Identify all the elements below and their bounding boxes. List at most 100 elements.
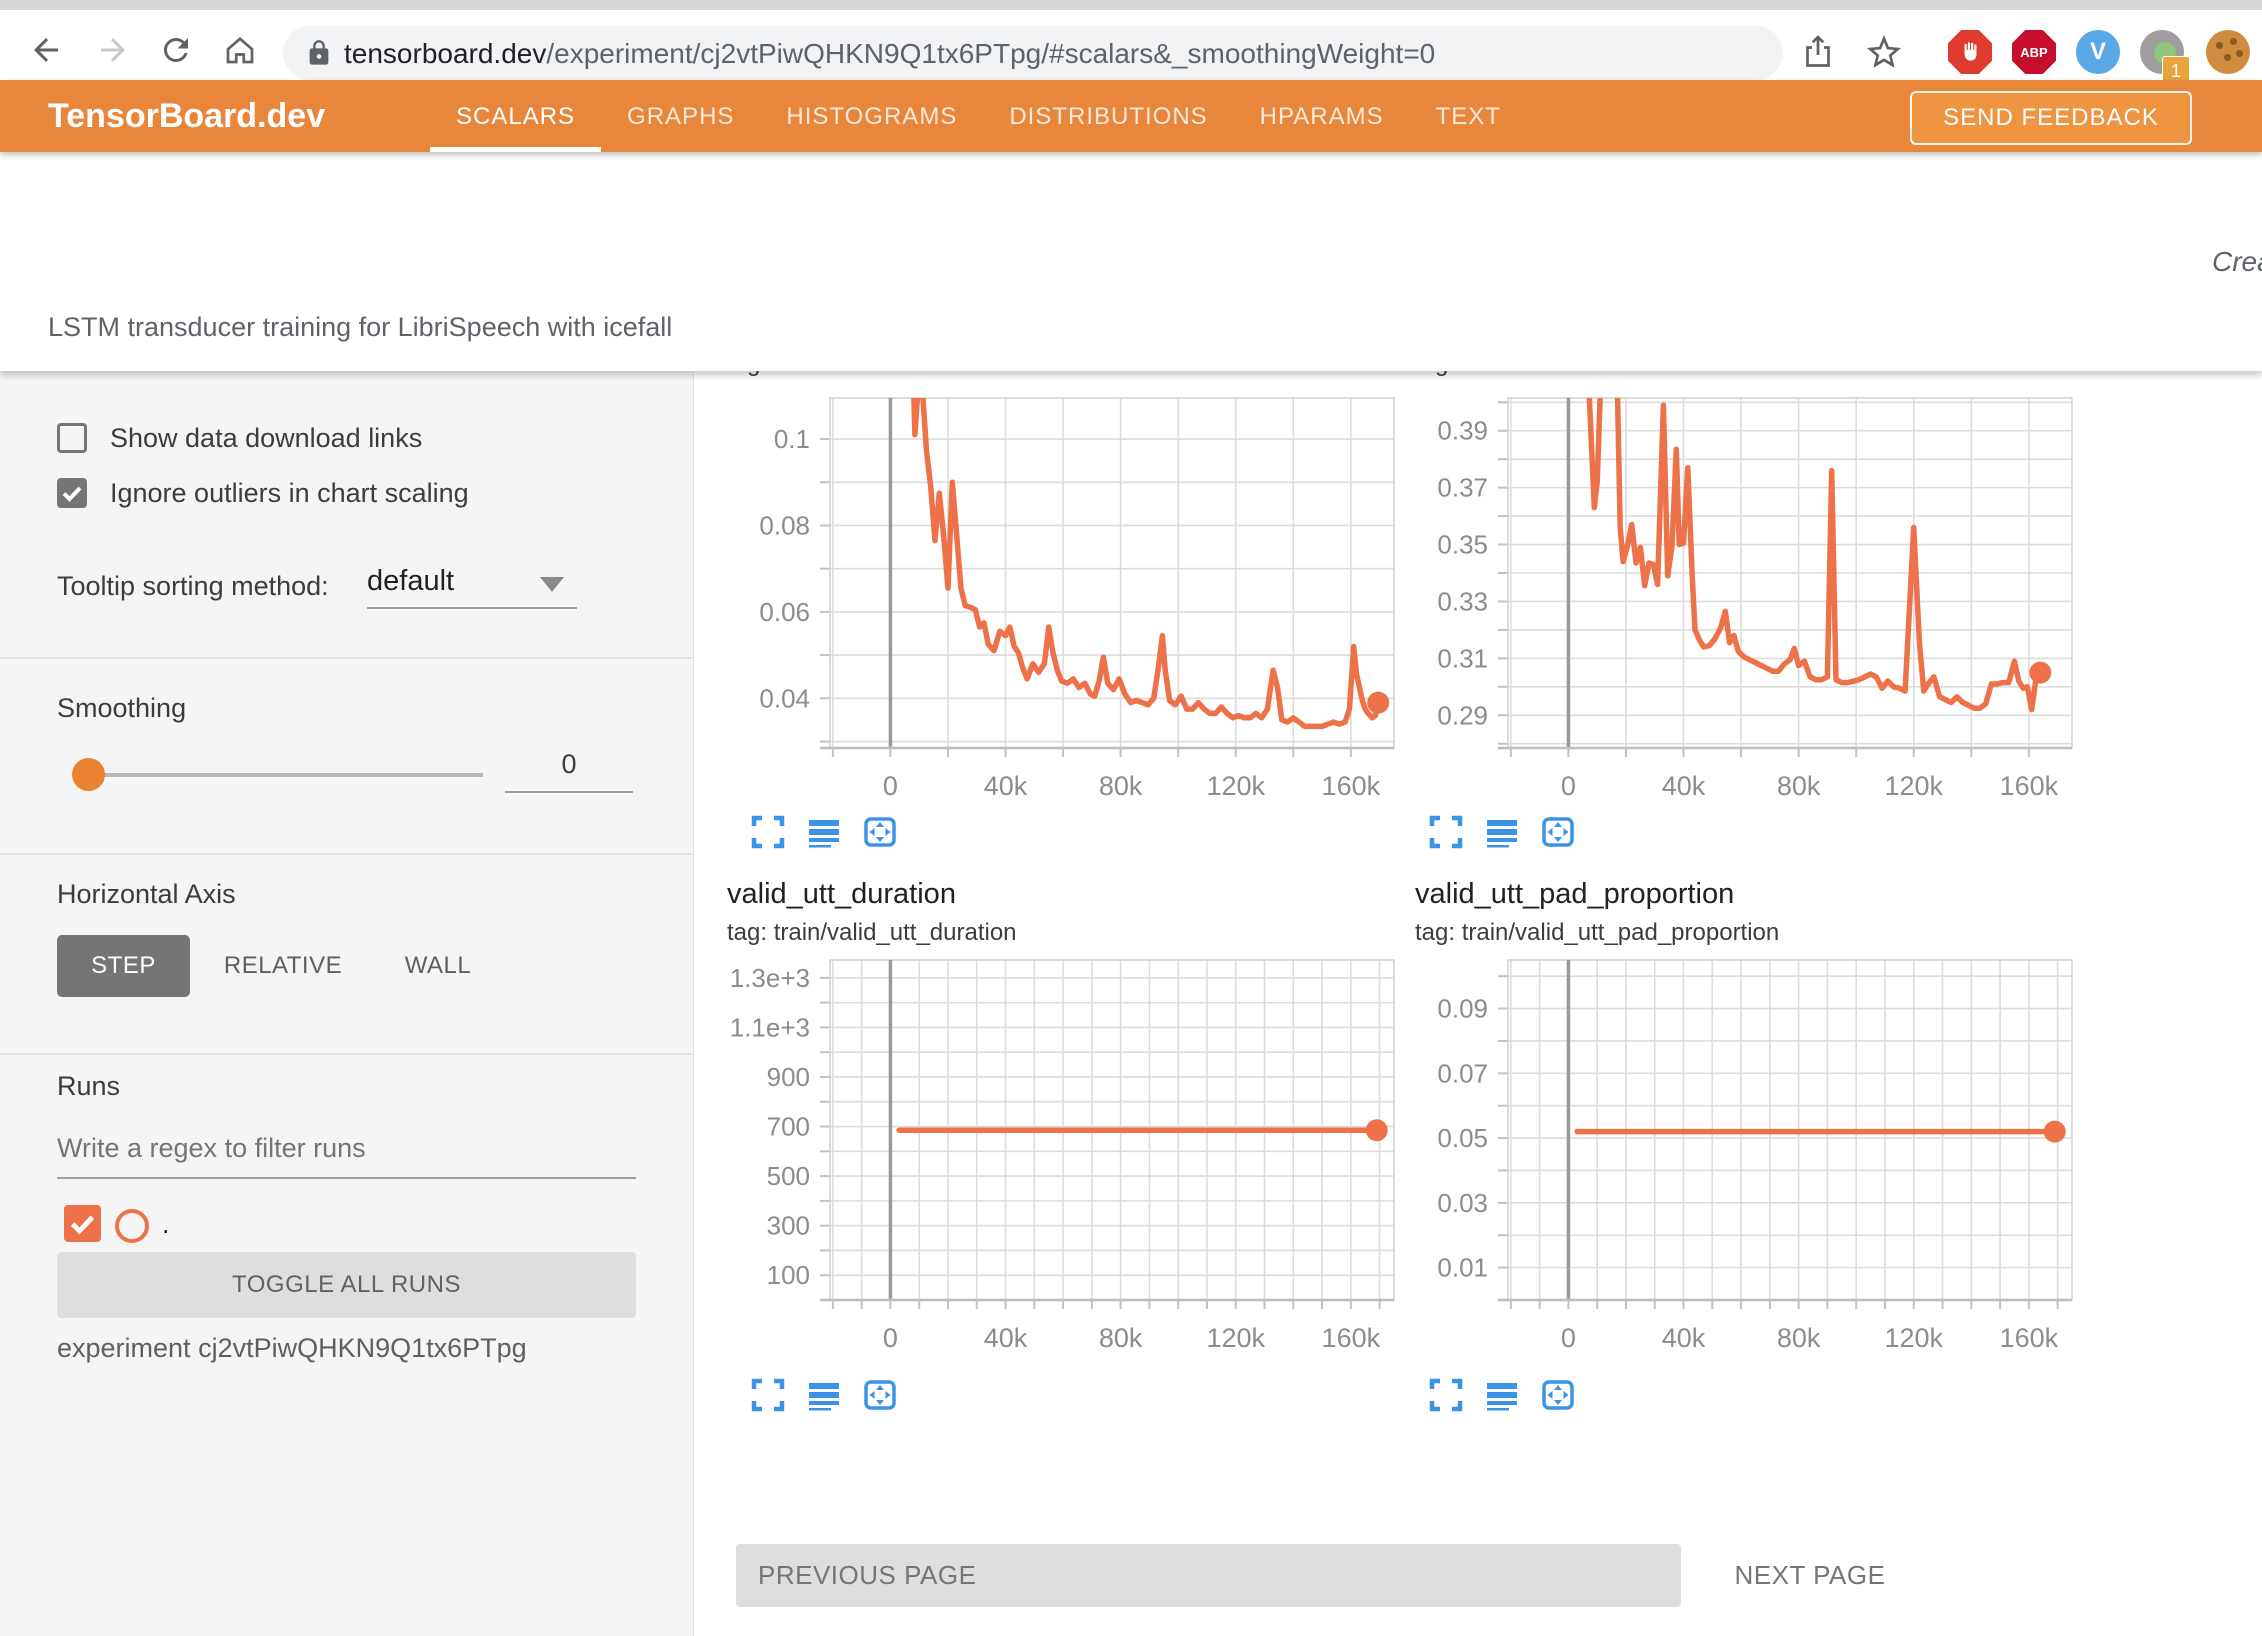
- smoothing-slider-track[interactable]: [77, 773, 483, 777]
- svg-text:300: 300: [767, 1211, 810, 1241]
- experiment-subheader: Crea LSTM transducer training for LibriS…: [0, 152, 2262, 371]
- ignore-outliers-label[interactable]: Ignore outliers in chart scaling: [110, 478, 469, 509]
- bookmark-star-icon[interactable]: [1866, 34, 1902, 70]
- chart-title: valid_utt_duration: [727, 878, 1017, 911]
- svg-text:120k: 120k: [1884, 771, 1943, 801]
- svg-text:1.1e+3: 1.1e+3: [730, 1012, 810, 1042]
- window-title-strip: [0, 0, 2262, 10]
- svg-text:0.39: 0.39: [1437, 416, 1488, 446]
- chart-title: valid_utt_pad_proportion: [1415, 878, 1779, 911]
- scalar-chart[interactable]: 1003005007009001.1e+31.3e+3040k80k120k16…: [712, 946, 1416, 1392]
- experiment-id-label: experiment cj2vtPiwQHKN9Q1tx6PTpg: [57, 1333, 527, 1364]
- share-icon[interactable]: [1800, 34, 1836, 70]
- adblock-extension-icon[interactable]: [1948, 30, 1992, 74]
- tooltip-sorting-label: Tooltip sorting method:: [57, 571, 329, 602]
- svg-text:40k: 40k: [1662, 1323, 1706, 1353]
- run-checkbox[interactable]: [64, 1205, 101, 1242]
- svg-text:120k: 120k: [1206, 771, 1265, 801]
- svg-text:0: 0: [883, 1323, 898, 1353]
- axis-wall-button[interactable]: WALL: [390, 935, 486, 997]
- tab-scalars[interactable]: SCALARS: [430, 80, 601, 152]
- svg-text:40k: 40k: [984, 1323, 1028, 1353]
- runs-label: Runs: [57, 1071, 120, 1102]
- nav-tabs: SCALARS GRAPHS HISTOGRAMS DISTRIBUTIONS …: [430, 80, 1527, 152]
- home-icon[interactable]: [222, 32, 258, 68]
- tab-graphs[interactable]: GRAPHS: [601, 80, 760, 152]
- url-host: tensorboard.dev: [344, 38, 546, 69]
- abp-extension-icon[interactable]: ABP: [2012, 30, 2056, 74]
- run-line: [1586, 384, 2041, 710]
- svg-text:1.3e+3: 1.3e+3: [730, 963, 810, 993]
- forward-icon[interactable]: [95, 32, 131, 68]
- content: Show data download links Ignore outliers…: [0, 371, 2262, 1636]
- svg-text:0: 0: [883, 771, 898, 801]
- svg-text:160k: 160k: [1322, 771, 1381, 801]
- runs-regex-input[interactable]: Write a regex to filter runs: [57, 1133, 366, 1164]
- svg-text:0.33: 0.33: [1437, 586, 1488, 616]
- smoothing-slider-knob[interactable]: [72, 758, 105, 791]
- tab-distributions[interactable]: DISTRIBUTIONS: [983, 80, 1233, 152]
- ignore-outliers-checkbox[interactable]: [57, 478, 87, 508]
- show-download-links-checkbox[interactable]: [57, 423, 87, 453]
- next-page-button[interactable]: NEXT PAGE: [1710, 1544, 1910, 1607]
- run-line: [912, 384, 1378, 726]
- chevron-down-icon[interactable]: [540, 577, 564, 592]
- axis-step-button[interactable]: STEP: [57, 935, 190, 997]
- back-icon[interactable]: [28, 32, 64, 68]
- svg-text:0.04: 0.04: [759, 683, 810, 713]
- scalar-chart[interactable]: 0.010.030.050.070.09040k80k120k160k: [1390, 946, 2094, 1392]
- final-value-dot: [2044, 1121, 2066, 1143]
- toggle-all-runs-button[interactable]: TOGGLE ALL RUNS: [57, 1252, 636, 1318]
- pan-zoom-icon[interactable]: [1538, 1376, 1578, 1414]
- svg-text:80k: 80k: [1099, 771, 1143, 801]
- tooltip-sorting-select[interactable]: default: [367, 565, 454, 598]
- reload-icon[interactable]: [158, 32, 194, 68]
- svg-text:160k: 160k: [1322, 1323, 1381, 1353]
- pan-zoom-icon[interactable]: [860, 813, 900, 851]
- v-extension-icon[interactable]: V: [2076, 30, 2120, 74]
- svg-text:40k: 40k: [1662, 771, 1706, 801]
- previous-page-button[interactable]: PREVIOUS PAGE: [736, 1544, 1681, 1607]
- svg-text:40k: 40k: [984, 771, 1028, 801]
- fullscreen-icon[interactable]: [1426, 1376, 1466, 1414]
- tab-hparams[interactable]: HPARAMS: [1234, 80, 1410, 152]
- data-table-icon[interactable]: [804, 813, 844, 851]
- app-logo[interactable]: TensorBoard.dev: [48, 80, 325, 152]
- scalar-chart[interactable]: 0.290.310.330.350.370.39040k80k120k160k: [1390, 384, 2094, 840]
- data-table-icon[interactable]: [804, 1376, 844, 1414]
- svg-text:0.31: 0.31: [1437, 643, 1488, 673]
- tab-text[interactable]: TEXT: [1410, 80, 1527, 152]
- created-text-clipped: Crea: [2212, 246, 2262, 278]
- svg-text:80k: 80k: [1777, 771, 1821, 801]
- smoothing-label: Smoothing: [57, 693, 186, 724]
- data-table-icon[interactable]: [1482, 813, 1522, 851]
- svg-text:700: 700: [767, 1112, 810, 1142]
- run-name[interactable]: .: [162, 1209, 170, 1240]
- settings-sidebar: Show data download links Ignore outliers…: [0, 371, 694, 1636]
- chart-actions: [748, 1376, 900, 1414]
- run-color-swatch: [115, 1209, 149, 1243]
- scalar-chart[interactable]: 0.040.060.080.1040k80k120k160k: [712, 384, 1416, 840]
- chart-tag: tag: train/valid_utt_duration: [727, 919, 1017, 947]
- checkbox-checked-icon: [57, 478, 87, 508]
- fullscreen-icon[interactable]: [748, 1376, 788, 1414]
- show-download-links-label[interactable]: Show data download links: [110, 423, 422, 454]
- pan-zoom-icon[interactable]: [1538, 813, 1578, 851]
- cookie-extension-icon[interactable]: [2206, 30, 2250, 74]
- svg-text:80k: 80k: [1777, 1323, 1821, 1353]
- smoothing-value-input[interactable]: 0: [505, 749, 633, 780]
- svg-text:80k: 80k: [1099, 1323, 1143, 1353]
- svg-text:0.1: 0.1: [774, 424, 810, 454]
- page: tensorboard.dev/experiment/cj2vtPiwQHKN9…: [0, 0, 2262, 1636]
- smoothing-value-underline: [505, 791, 633, 793]
- svg-text:500: 500: [767, 1161, 810, 1191]
- axis-relative-button[interactable]: RELATIVE: [215, 935, 351, 997]
- send-feedback-button[interactable]: SEND FEEDBACK: [1910, 91, 2192, 145]
- data-table-icon[interactable]: [1482, 1376, 1522, 1414]
- pan-zoom-icon[interactable]: [860, 1376, 900, 1414]
- fullscreen-icon[interactable]: [748, 813, 788, 851]
- svg-text:900: 900: [767, 1062, 810, 1092]
- fullscreen-icon[interactable]: [1426, 813, 1466, 851]
- regex-input-underline: [57, 1177, 636, 1179]
- tab-histograms[interactable]: HISTOGRAMS: [760, 80, 983, 152]
